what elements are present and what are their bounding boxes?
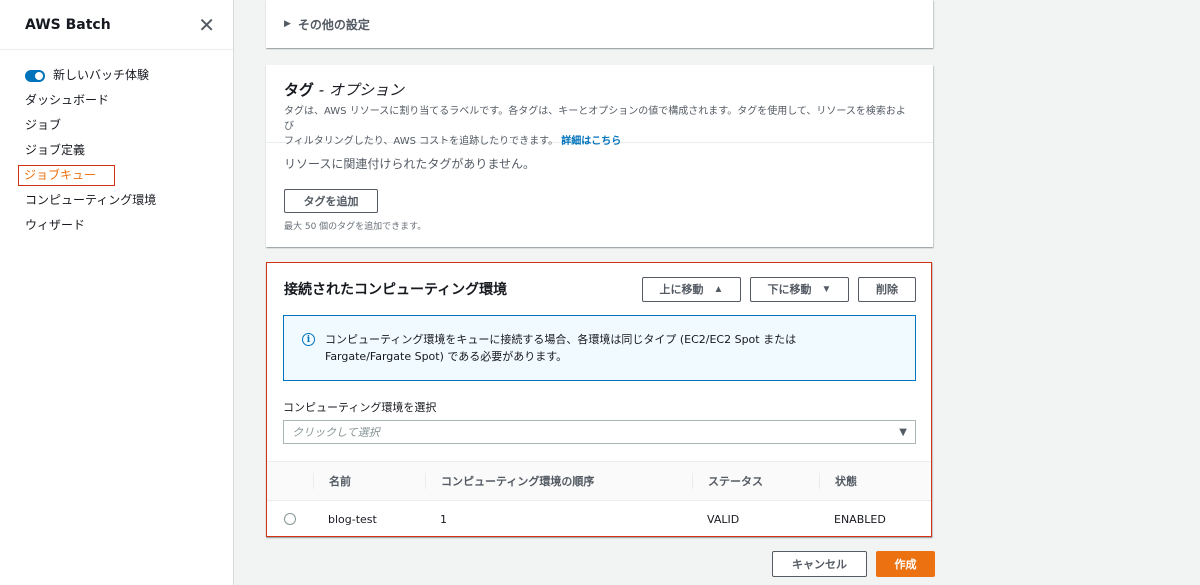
compute-environment-select[interactable]: クリックして選択 ▼ [283,420,916,444]
sidebar-header: AWS Batch ✕ [0,0,233,50]
delete-button[interactable]: 削除 [858,276,916,302]
caret-right-icon: ▶ [284,19,291,29]
tags-desc-line2: フィルタリングしたり、AWS コストを追跡したりできます。 [284,136,559,147]
sidebar: AWS Batch ✕ 新しいバッチ体験 ダッシュボード ジョブ ジョブ定義 ジ… [0,0,234,585]
caret-down-icon: ▼ [899,426,907,438]
sidebar-item-label: ウィザード [25,218,86,232]
ce-header: 接続されたコンピューティング環境 上に移動 ▲ 下に移動 ▼ 削除 [267,263,931,315]
sidebar-item-label: ジョブキュー [18,165,116,186]
ce-title: 接続されたコンピューティング環境 [284,282,508,298]
tags-empty-text: リソースに関連付けられたタグがありません。 [284,157,536,171]
form-footer: キャンセル 作成 [772,551,935,577]
move-down-label: 下に移動 [767,284,812,296]
move-up-button[interactable]: 上に移動 ▲ [642,276,741,302]
close-icon[interactable]: ✕ [198,15,215,35]
sidebar-item-compute-environments[interactable]: コンピューティング環境 [0,188,233,213]
tags-title-optional: オプション [328,81,404,99]
move-down-button[interactable]: 下に移動 ▼ [750,276,849,302]
add-tag-button[interactable]: タグを追加 [284,189,378,213]
toggle-switch[interactable] [25,69,45,82]
sidebar-item-job-definitions[interactable]: ジョブ定義 [0,138,233,163]
tags-body: リソースに関連付けられたタグがありません。 タグを追加 最大 50 個のタグを追… [266,143,933,244]
row-select-cell [267,513,313,525]
learn-more-link[interactable]: 詳細はこちら [561,136,621,147]
sidebar-item-jobs[interactable]: ジョブ [0,113,233,138]
other-settings-expander[interactable]: ▶ その他の設定 [266,0,933,48]
sidebar-item-dashboard[interactable]: ダッシュボード [0,88,233,113]
sidebar-list: 新しいバッチ体験 ダッシュボード ジョブ ジョブ定義 ジョブキュー コンピューテ… [0,50,233,238]
info-line1: コンピューティング環境をキューに接続する場合、各環境は同じタイプ (EC2/EC… [325,333,797,346]
tags-title-sep: - [314,81,329,99]
tags-limit-hint: 最大 50 個のタグを追加できます。 [284,222,427,232]
triangle-down-icon: ▼ [821,283,832,295]
column-header-order[interactable]: コンピューティング環境の順序 [425,473,692,489]
connected-compute-environments-panel: 接続されたコンピューティング環境 上に移動 ▲ 下に移動 ▼ 削除 i コンピューテ… [266,262,932,537]
move-up-label: 上に移動 [659,284,704,296]
triangle-up-icon: ▲ [713,283,724,295]
info-text: コンピューティング環境をキューに接続する場合、各環境は同じタイプ (EC2/EC… [325,331,865,380]
sidebar-item-job-queues[interactable]: ジョブキュー [0,163,233,188]
row-radio[interactable] [284,513,296,525]
sidebar-item-wizard[interactable]: ウィザード [0,213,233,238]
select-label: コンピューティング環境を選択 [283,401,437,414]
sidebar-item-label: ジョブ [25,118,62,132]
tags-panel: タグ - オプション タグは、AWS リソースに割り当てるラベルです。各タグは、… [266,65,933,247]
main-content: ▶ その他の設定 タグ - オプション タグは、AWS リソースに割り当てるラベ… [234,0,1200,585]
info-line2: Fargate/Fargate Spot) である必要があります。 [325,350,568,363]
sidebar-item-label: ダッシュボード [25,93,110,107]
toggle-label: 新しいバッチ体験 [53,68,150,82]
cell-state: ENABLED [834,512,886,526]
table-row[interactable]: blog-test 1 VALID ENABLED [267,501,931,537]
table-header: 名前 コンピューティング環境の順序 ステータス 状態 [267,461,931,501]
cell-status: VALID [707,512,740,526]
create-button[interactable]: 作成 [876,551,935,577]
select-placeholder: クリックして選択 [292,426,380,439]
tags-desc-line1: タグは、AWS リソースに割り当てるラベルです。各タグは、キーとオプションの値で… [284,106,906,132]
tags-title: タグ - オプション [284,79,915,100]
compute-environments-table: 名前 コンピューティング環境の順序 ステータス 状態 blog-test 1 V… [267,461,931,537]
tags-title-main: タグ [284,81,315,99]
cell-name: blog-test [328,512,377,526]
info-icon: i [302,333,315,346]
column-header-name[interactable]: 名前 [313,473,425,489]
cancel-button[interactable]: キャンセル [772,551,867,577]
cell-order: 1 [440,512,447,526]
column-header-status[interactable]: ステータス [692,473,819,489]
sidebar-item-label: コンピューティング環境 [25,193,157,207]
sidebar-title: AWS Batch [25,16,111,33]
ce-actions: 上に移動 ▲ 下に移動 ▼ 削除 [642,276,916,302]
sidebar-item-label: ジョブ定義 [25,143,86,157]
info-alert: i コンピューティング環境をキューに接続する場合、各環境は同じタイプ (EC2/… [283,315,916,381]
new-experience-toggle[interactable]: 新しいバッチ体験 [0,63,233,88]
tags-header: タグ - オプション タグは、AWS リソースに割り当てるラベルです。各タグは、… [266,65,933,147]
column-header-state[interactable]: 状態 [819,473,857,489]
other-settings-label: その他の設定 [297,17,370,32]
